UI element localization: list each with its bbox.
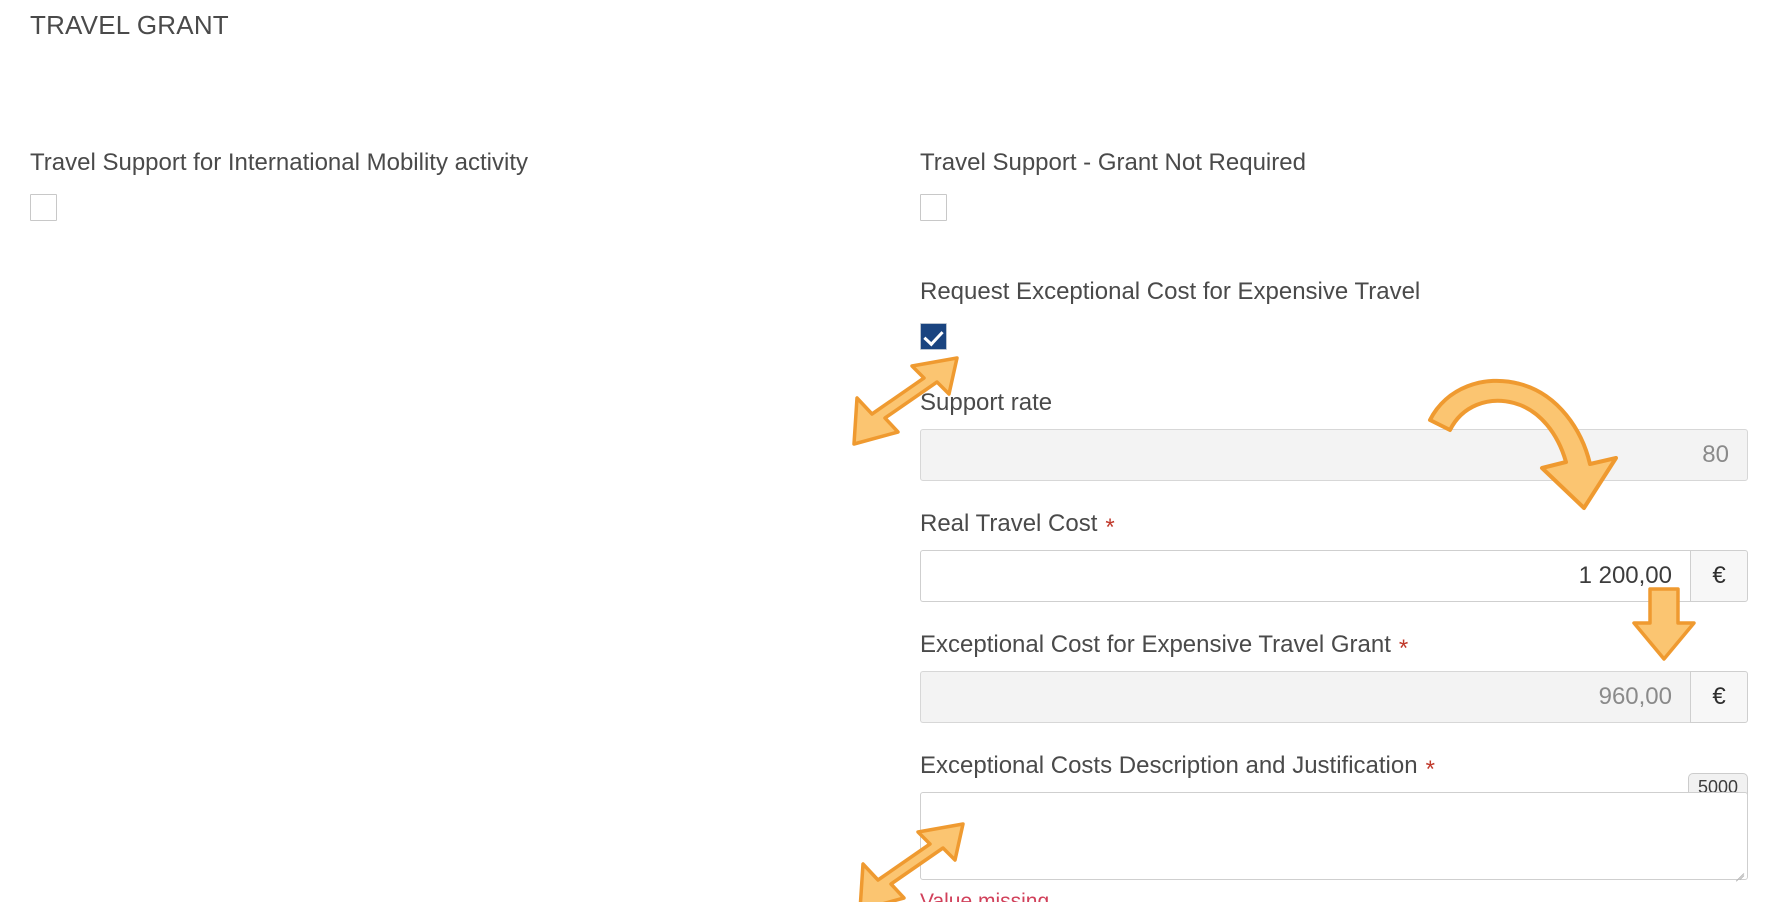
field-real-travel-cost: Real Travel Cost * 1 200,00 € xyxy=(920,509,1750,602)
travel-grant-form-page: TRAVEL GRANT Travel Support for Internat… xyxy=(0,0,1780,902)
exceptional-cost-grant-input[interactable]: 960,00 xyxy=(920,671,1690,723)
field-exceptional-cost-grant: Exceptional Cost for Expensive Travel Gr… xyxy=(920,630,1750,723)
travel-support-label: Travel Support for International Mobilit… xyxy=(30,149,528,176)
currency-euro-icon: € xyxy=(1690,671,1748,723)
travel-support-checkbox-row xyxy=(30,194,730,221)
grant-not-required-label: Travel Support - Grant Not Required xyxy=(920,149,1306,176)
field-request-exceptional-cost: Request Exceptional Cost for Expensive T… xyxy=(920,277,1750,350)
field-support-rate: Support rate 80 xyxy=(920,388,1750,481)
request-exceptional-cost-label: Request Exceptional Cost for Expensive T… xyxy=(920,278,1421,305)
page-title: TRAVEL GRANT xyxy=(30,10,229,40)
exceptional-costs-description-label-text: Exceptional Costs Description and Justif… xyxy=(920,752,1418,779)
field-exceptional-costs-description: Exceptional Costs Description and Justif… xyxy=(920,751,1750,902)
exceptional-costs-description-block: 5000 xyxy=(920,773,1748,880)
exceptional-cost-grant-input-wrap: 960,00 € xyxy=(920,671,1748,723)
request-exceptional-cost-checkbox-row xyxy=(920,323,1750,350)
field-travel-support-international-mobility: Travel Support for International Mobilit… xyxy=(30,148,730,221)
exceptional-costs-description-label: Exceptional Costs Description and Justif… xyxy=(920,751,1750,783)
field-grant-not-required: Travel Support - Grant Not Required xyxy=(920,148,1750,221)
grant-not-required-checkbox[interactable] xyxy=(920,194,947,221)
support-rate-label: Support rate xyxy=(920,389,1053,416)
exceptional-cost-grant-label: Exceptional Cost for Expensive Travel Gr… xyxy=(920,630,1750,662)
real-travel-cost-label-text: Real Travel Cost xyxy=(920,510,1098,537)
required-asterisk: * xyxy=(1425,756,1435,783)
right-column: Travel Support - Grant Not Required Requ… xyxy=(920,148,1750,902)
required-asterisk: * xyxy=(1105,514,1115,541)
left-column: Travel Support for International Mobilit… xyxy=(30,148,730,221)
real-travel-cost-label: Real Travel Cost * xyxy=(920,509,1750,541)
request-exceptional-cost-checkbox[interactable] xyxy=(920,323,947,350)
travel-support-checkbox[interactable] xyxy=(30,194,57,221)
real-travel-cost-input[interactable]: 1 200,00 xyxy=(920,550,1690,602)
exceptional-costs-description-textarea[interactable] xyxy=(920,792,1748,880)
required-asterisk: * xyxy=(1398,635,1409,662)
currency-euro-icon: € xyxy=(1690,550,1748,602)
support-rate-input[interactable]: 80 xyxy=(920,429,1748,481)
resize-handle-icon[interactable] xyxy=(1731,863,1745,877)
exceptional-cost-grant-label-text: Exceptional Cost for Expensive Travel Gr… xyxy=(920,631,1391,658)
support-rate-input-wrap: 80 xyxy=(920,429,1748,481)
real-travel-cost-input-wrap: 1 200,00 € xyxy=(920,550,1748,602)
value-missing-error: Value missing xyxy=(920,890,1050,902)
grant-not-required-checkbox-row xyxy=(920,194,1750,221)
